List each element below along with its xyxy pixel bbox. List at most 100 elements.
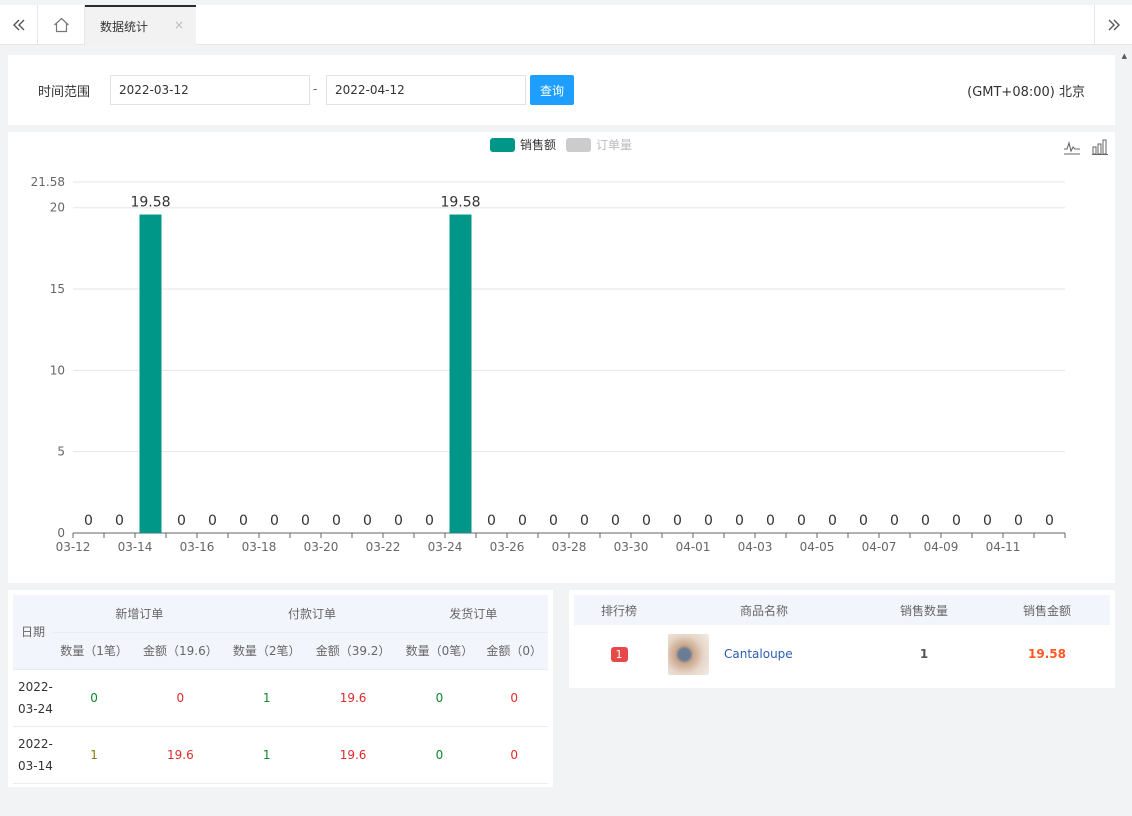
date-cell: 2022- 03-14: [13, 726, 53, 784]
date-day: 03-24: [18, 701, 53, 716]
double-chevron-right-icon: [1108, 19, 1120, 31]
sales-amount-cell: 19.58: [1028, 647, 1066, 661]
sales-qty-column-header: 销售数量: [864, 595, 984, 625]
x-tick-label: 03-24: [428, 540, 463, 554]
date-year: 2022-: [18, 679, 53, 694]
new-amount-cell: 0: [135, 669, 226, 727]
product-cell: Cantaloupe: [664, 625, 864, 683]
data-label: 19.58: [130, 195, 170, 211]
data-label: 0: [1014, 513, 1023, 529]
subheader-shipped-count: 数量（0笔）: [398, 632, 481, 670]
filter-panel: 时间范围 2022-03-12 - 2022-04-12 查询 (GMT+08:…: [8, 55, 1115, 125]
data-label: 0: [890, 513, 899, 529]
y-tick-label: 10: [50, 363, 65, 377]
paid-amount-cell: 19.6: [307, 726, 399, 784]
new-amount-cell: 19.6: [135, 726, 226, 784]
query-button[interactable]: 查询: [530, 75, 574, 105]
data-label: 0: [766, 513, 775, 529]
x-tick-label: 04-11: [986, 540, 1021, 554]
product-name-column-header: 商品名称: [664, 595, 864, 625]
shipped-amount-cell: 0: [480, 726, 548, 784]
date-day: 03-14: [18, 758, 53, 773]
date-column-header: 日期: [13, 595, 53, 670]
x-tick-label: 03-28: [552, 540, 587, 554]
close-icon[interactable]: ×: [174, 18, 184, 32]
data-label: 0: [332, 513, 341, 529]
shipped-count-cell: 0: [398, 669, 481, 727]
timezone-label: (GMT+08:00) 北京: [967, 85, 1085, 100]
home-icon: [53, 17, 69, 33]
data-label: 0: [394, 513, 403, 529]
data-label: 0: [952, 513, 961, 529]
data-label: 0: [983, 513, 992, 529]
data-label: 0: [735, 513, 744, 529]
tab-scroll-left-button[interactable]: [0, 5, 38, 45]
data-label: 0: [921, 513, 930, 529]
x-tick-label: 04-09: [924, 540, 959, 554]
data-label: 0: [859, 513, 868, 529]
date-separator: -: [313, 82, 318, 96]
y-tick-label: 21.58: [31, 175, 65, 189]
end-date-input[interactable]: 2022-04-12: [326, 75, 526, 105]
table-row: 1 Cantaloupe 1 19.58: [574, 625, 1110, 683]
new-count-cell: 1: [53, 726, 136, 784]
data-label: 0: [84, 513, 93, 529]
data-label: 0: [1045, 513, 1054, 529]
rank-column-header: 排行榜: [574, 595, 664, 625]
tab-scroll-right-button[interactable]: [1094, 5, 1132, 45]
data-label: 0: [518, 513, 527, 529]
shipped-orders-header: 发货订单: [398, 595, 548, 633]
data-label: 0: [704, 513, 713, 529]
data-label: 0: [611, 513, 620, 529]
tab-home[interactable]: [38, 5, 85, 45]
subheader-new-amount: 金额（19.6）: [135, 632, 226, 670]
subheader-paid-count: 数量（2笔）: [225, 632, 308, 670]
date-range-label: 时间范围: [38, 85, 91, 100]
x-tick-label: 03-12: [56, 540, 91, 554]
product-thumbnail[interactable]: [668, 633, 709, 675]
data-label: 0: [673, 513, 682, 529]
product-name-link[interactable]: Cantaloupe: [724, 647, 793, 661]
x-tick-label: 04-01: [676, 540, 711, 554]
table-row: 2022- 03-24 0 0 1 19.6 0 0: [13, 669, 548, 727]
bar: [449, 214, 472, 533]
data-label: 0: [208, 513, 217, 529]
data-label: 0: [549, 513, 558, 529]
new-orders-header: 新增订单: [53, 595, 226, 633]
x-tick-label: 03-18: [242, 540, 277, 554]
tab-label: 数据统计: [100, 19, 149, 34]
data-label: 0: [797, 513, 806, 529]
sales-chart-panel: 销售额 订单量 21.58 0 5 10 15 20 0 0 19.58 0 0 0 0 0 0 0 0 0 19.…: [8, 132, 1115, 583]
table-row: 2022- 03-14 1 19.6 1 19.6 0 0: [13, 726, 548, 784]
x-tick-label: 03-14: [118, 540, 153, 554]
data-label: 0: [363, 513, 372, 529]
x-tick-label: 04-05: [800, 540, 835, 554]
orders-table: 日期 新增订单 付款订单 发货订单 数量（1笔） 金额（19.6） 数量（2笔）…: [13, 595, 548, 784]
scrollbar-up-arrow[interactable]: ▲: [1122, 52, 1127, 60]
tab-data-statistics[interactable]: 数据统计 ×: [85, 5, 196, 45]
data-label: 0: [828, 513, 837, 529]
paid-count-cell: 1: [225, 669, 308, 727]
data-label: 0: [580, 513, 589, 529]
y-tick-label: 15: [50, 282, 65, 296]
paid-count-cell: 1: [225, 726, 308, 784]
orders-table-panel: 日期 新增订单 付款订单 发货订单 数量（1笔） 金额（19.6） 数量（2笔）…: [8, 590, 553, 787]
subheader-new-count: 数量（1笔）: [53, 632, 136, 670]
x-tick-label: 03-22: [366, 540, 401, 554]
data-label: 0: [115, 513, 124, 529]
tab-bar: 数据统计 ×: [0, 5, 1132, 45]
date-cell: 2022- 03-24: [13, 669, 53, 727]
data-label: 0: [239, 513, 248, 529]
ranking-table: 排行榜 商品名称 销售数量 销售金额 1 Cantaloupe 1 19.58: [574, 595, 1110, 683]
x-tick-label: 03-26: [490, 540, 525, 554]
y-tick-label: 0: [57, 526, 65, 540]
x-tick-label: 03-20: [304, 540, 339, 554]
bar-chart: 21.58 0 5 10 15 20 0 0 19.58 0 0 0 0 0 0 0 0 0 19.58 0 0 0 0 0 0…: [31, 175, 1066, 554]
subheader-paid-amount: 金额（39.2）: [307, 632, 399, 670]
rank-badge: 1: [610, 646, 628, 662]
sales-qty-cell: 1: [919, 647, 929, 661]
rank-cell: 1: [574, 625, 664, 683]
data-label: 0: [301, 513, 310, 529]
start-date-input[interactable]: 2022-03-12: [110, 75, 310, 105]
x-tick-label: 04-07: [862, 540, 897, 554]
